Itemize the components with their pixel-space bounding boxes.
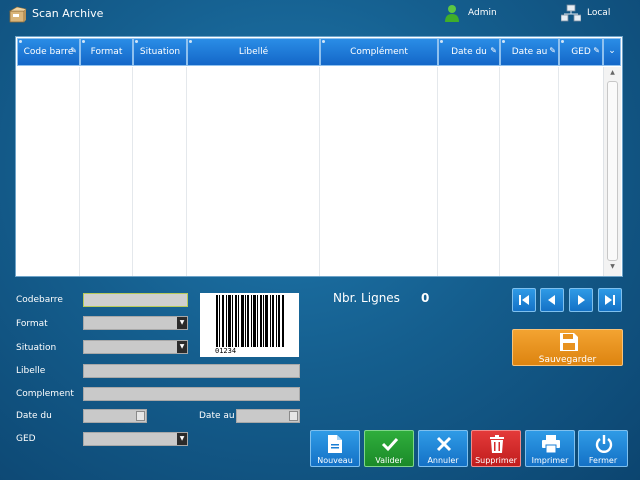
filter-icon[interactable]: ✎	[70, 46, 77, 55]
date-au-label: Date au	[199, 411, 235, 421]
row-count-value: 0	[421, 291, 430, 305]
print-button-label: Imprimer	[531, 456, 569, 465]
column-header-situation[interactable]: Situation	[133, 38, 187, 66]
app-title: Scan Archive	[32, 7, 104, 20]
network-icon	[561, 4, 581, 22]
trash-icon	[490, 435, 504, 453]
column-header-label: Code barre	[23, 47, 74, 57]
calendar-icon[interactable]	[289, 411, 298, 421]
check-icon	[381, 437, 399, 452]
grid-divider	[499, 67, 500, 276]
first-record-button[interactable]	[512, 288, 536, 312]
row-count-label: Nbr. Lignes	[333, 291, 400, 305]
previous-icon	[548, 295, 555, 305]
double-chevron-down-icon: ⌄	[608, 46, 616, 56]
next-record-button[interactable]	[569, 288, 593, 312]
new-button-label: Nouveau	[317, 456, 353, 465]
format-label: Format	[16, 319, 48, 329]
scroll-up-arrow-icon[interactable]: ▲	[604, 69, 621, 79]
grid-divider	[558, 67, 559, 276]
previous-record-button[interactable]	[540, 288, 564, 312]
grid-divider	[319, 67, 320, 276]
print-button[interactable]: Imprimer	[525, 430, 575, 467]
chevron-down-icon[interactable]: ▼	[177, 341, 187, 353]
codebarre-label: Codebarre	[16, 295, 63, 305]
column-header-ged[interactable]: GED ✎	[559, 38, 603, 66]
date-du-label: Date du	[16, 411, 52, 421]
barcode-preview: 01234	[200, 293, 299, 357]
save-button[interactable]: Sauvegarder	[512, 329, 623, 366]
scroll-thumb[interactable]	[607, 81, 618, 261]
column-chooser-button[interactable]: ⌄	[603, 38, 621, 66]
chevron-down-icon[interactable]: ▼	[177, 317, 187, 329]
date-du-input[interactable]	[83, 409, 147, 423]
first-page-icon	[519, 295, 529, 305]
codebarre-input[interactable]	[83, 293, 188, 307]
column-header-label: Format	[90, 47, 123, 57]
format-select[interactable]: ▼	[83, 316, 188, 330]
ged-select[interactable]: ▼	[83, 432, 188, 446]
archive-grid[interactable]: Code barre ✎ Format Situation Libellé Com…	[15, 36, 623, 277]
calendar-icon[interactable]	[136, 411, 145, 421]
scroll-down-arrow-icon[interactable]: ▼	[604, 263, 621, 273]
last-page-icon	[605, 295, 615, 305]
next-icon	[578, 295, 585, 305]
printer-icon	[542, 435, 560, 454]
grid-divider	[132, 67, 133, 276]
column-header-code-barre[interactable]: Code barre ✎	[17, 38, 80, 66]
barcode-number: 01234	[215, 347, 237, 355]
validate-button[interactable]: Valider	[364, 430, 414, 467]
close-button[interactable]: Fermer	[578, 430, 628, 467]
column-header-date-au[interactable]: Date au ✎	[500, 38, 559, 66]
save-button-label: Sauvegarder	[538, 355, 597, 365]
column-header-complement[interactable]: Complément	[320, 38, 438, 66]
grid-divider	[79, 67, 80, 276]
document-icon	[328, 435, 342, 453]
date-au-input[interactable]	[236, 409, 300, 423]
new-button[interactable]: Nouveau	[310, 430, 360, 467]
close-button-label: Fermer	[588, 456, 618, 465]
last-record-button[interactable]	[598, 288, 622, 312]
user-icon	[445, 5, 459, 22]
filter-icon[interactable]: ✎	[490, 46, 497, 55]
barcode-image	[216, 295, 284, 347]
validate-button-label: Valider	[375, 456, 403, 465]
delete-button-label: Supprimer	[475, 456, 517, 465]
column-header-label: Date au	[511, 47, 548, 57]
cross-icon	[436, 436, 452, 452]
column-header-date-du[interactable]: Date du ✎	[438, 38, 500, 66]
power-icon	[595, 435, 613, 453]
situation-select[interactable]: ▼	[83, 340, 188, 354]
grid-divider	[186, 67, 187, 276]
situation-label: Situation	[16, 343, 57, 353]
libelle-label: Libelle	[16, 366, 46, 376]
scanner-box-icon	[8, 6, 27, 23]
column-header-label: Date du	[451, 47, 487, 57]
column-header-format[interactable]: Format	[80, 38, 133, 66]
column-header-label: Complément	[350, 47, 408, 57]
column-header-libelle[interactable]: Libellé	[187, 38, 320, 66]
delete-button[interactable]: Supprimer	[471, 430, 521, 467]
libelle-input[interactable]	[83, 364, 300, 378]
cancel-button[interactable]: Annuler	[418, 430, 468, 467]
column-header-label: GED	[571, 47, 591, 57]
grid-divider	[437, 67, 438, 276]
complement-label: Complement	[16, 389, 74, 399]
user-name: Admin	[468, 8, 497, 18]
filter-icon[interactable]: ✎	[549, 46, 556, 55]
cancel-button-label: Annuler	[427, 456, 459, 465]
location-label: Local	[587, 8, 611, 18]
complement-input[interactable]	[83, 387, 300, 401]
chevron-down-icon[interactable]: ▼	[177, 433, 187, 445]
vertical-scrollbar[interactable]: ▲ ▼	[603, 67, 621, 276]
column-header-label: Situation	[139, 47, 181, 57]
title-bar: Scan Archive Admin Local	[0, 0, 640, 28]
column-header-label: Libellé	[238, 47, 269, 57]
floppy-disk-icon	[560, 333, 578, 351]
filter-icon[interactable]: ✎	[593, 46, 600, 55]
ged-label: GED	[16, 434, 36, 444]
